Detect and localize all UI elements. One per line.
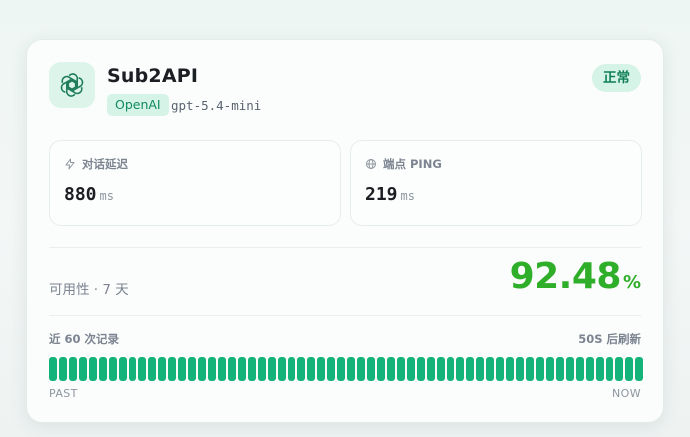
model-name: gpt-5.4-mini xyxy=(171,98,262,113)
history-bar[interactable] xyxy=(615,357,624,381)
history-bar[interactable] xyxy=(217,357,226,381)
availability-unit: % xyxy=(622,272,641,293)
history-bar[interactable] xyxy=(227,357,236,381)
refresh-countdown: 50S 后刷新 xyxy=(578,332,641,346)
ping-label-row: 端点 PING xyxy=(365,156,442,172)
latency-value: 880 xyxy=(64,184,97,205)
history-bar[interactable] xyxy=(168,357,177,381)
history-bar[interactable] xyxy=(297,357,306,381)
history-bar[interactable] xyxy=(565,357,574,381)
history-label: 近 60 次记录 xyxy=(49,332,120,346)
history-bar[interactable] xyxy=(148,357,157,381)
history-bar[interactable] xyxy=(128,357,137,381)
latency-value-row: 880 ms xyxy=(64,184,114,205)
history-bar[interactable] xyxy=(287,357,296,381)
history-bar[interactable] xyxy=(625,357,634,381)
history-bar[interactable] xyxy=(58,357,67,381)
history-bar[interactable] xyxy=(88,357,97,381)
history-bar[interactable] xyxy=(317,357,326,381)
history-bar[interactable] xyxy=(396,357,405,381)
ping-label: 端点 PING xyxy=(383,157,442,171)
latency-unit: ms xyxy=(99,189,114,203)
history-bar[interactable] xyxy=(337,357,346,381)
history-bar[interactable] xyxy=(406,357,415,381)
availability-label: 可用性 · 7 天 xyxy=(49,282,129,298)
history-bar[interactable] xyxy=(635,357,644,381)
history-bar[interactable] xyxy=(118,357,127,381)
history-bar[interactable] xyxy=(466,357,475,381)
history-bar[interactable] xyxy=(327,357,336,381)
ping-value-row: 219 ms xyxy=(365,184,415,205)
history-bar[interactable] xyxy=(208,357,216,381)
history-bar[interactable] xyxy=(535,357,544,381)
history-bar[interactable] xyxy=(178,357,187,381)
history-bar[interactable] xyxy=(198,357,206,381)
ping-value: 219 xyxy=(365,184,398,205)
availability-value-row: 92.48 % xyxy=(510,256,641,297)
history-bar[interactable] xyxy=(416,357,425,381)
ping-unit: ms xyxy=(400,189,415,203)
history-bar[interactable] xyxy=(516,357,524,381)
history-bar[interactable] xyxy=(426,357,435,381)
history-bar[interactable] xyxy=(605,357,614,381)
history-bar[interactable] xyxy=(585,357,594,381)
history-bar[interactable] xyxy=(595,357,604,381)
history-bar[interactable] xyxy=(49,357,57,381)
lightning-icon xyxy=(65,158,75,170)
history-bar[interactable] xyxy=(486,357,495,381)
history-bar[interactable] xyxy=(307,357,316,381)
logo-tile xyxy=(49,62,95,108)
latency-metric: 对话延迟 880 ms xyxy=(49,140,341,226)
latency-label: 对话延迟 xyxy=(82,157,128,171)
ping-metric: 端点 PING 219 ms xyxy=(350,140,642,226)
openai-logo-icon xyxy=(60,73,84,97)
history-bar[interactable] xyxy=(386,357,395,381)
history-bar[interactable] xyxy=(526,357,534,381)
service-name: Sub2API xyxy=(107,65,199,87)
availability-value: 92.48 xyxy=(509,256,622,297)
history-bar[interactable] xyxy=(347,357,356,381)
history-bar[interactable] xyxy=(496,357,505,381)
latency-label-row: 对话延迟 xyxy=(64,156,128,172)
history-bar[interactable] xyxy=(257,357,266,381)
history-bar[interactable] xyxy=(98,357,107,381)
history-bar[interactable] xyxy=(247,357,256,381)
history-bar[interactable] xyxy=(436,357,445,381)
history-bar[interactable] xyxy=(108,357,117,381)
history-bar[interactable] xyxy=(575,357,584,381)
history-bar[interactable] xyxy=(237,357,246,381)
axis-now-label: NOW xyxy=(612,387,641,400)
history-bar[interactable] xyxy=(78,357,87,381)
history-bar[interactable] xyxy=(267,357,276,381)
axis-past-label: PAST xyxy=(49,387,78,400)
history-bar[interactable] xyxy=(476,357,485,381)
history-bar[interactable] xyxy=(367,357,375,381)
history-bars xyxy=(49,357,644,381)
history-bar[interactable] xyxy=(68,357,77,381)
history-bar[interactable] xyxy=(506,357,515,381)
history-bar[interactable] xyxy=(188,357,197,381)
history-bar[interactable] xyxy=(138,357,147,381)
status-badge: 正常 xyxy=(592,64,641,92)
provider-badge: OpenAI xyxy=(107,94,169,116)
history-bar[interactable] xyxy=(446,357,455,381)
history-bar[interactable] xyxy=(277,357,286,381)
history-bar[interactable] xyxy=(545,357,554,381)
globe-icon xyxy=(366,159,376,169)
history-bar[interactable] xyxy=(555,357,564,381)
history-bar[interactable] xyxy=(456,357,465,381)
divider xyxy=(49,247,641,248)
history-bar[interactable] xyxy=(376,357,385,381)
status-card: Sub2API OpenAI gpt-5.4-mini 正常 对话延迟 880 … xyxy=(26,39,664,423)
history-bar[interactable] xyxy=(357,357,365,381)
divider xyxy=(49,315,641,316)
history-bar[interactable] xyxy=(158,357,167,381)
